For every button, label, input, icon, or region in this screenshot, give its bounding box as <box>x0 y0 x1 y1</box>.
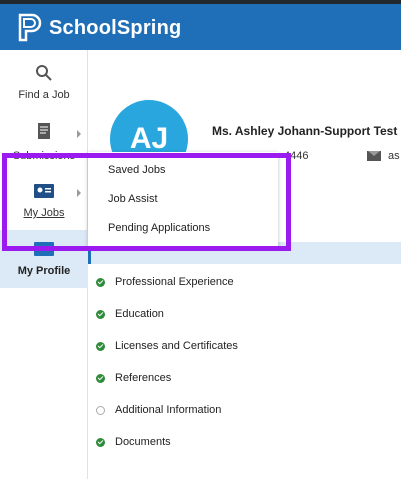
search-icon <box>36 65 52 81</box>
section-label: References <box>115 372 172 384</box>
check-icon <box>96 373 105 383</box>
check-icon <box>96 341 105 351</box>
document-icon <box>38 123 50 139</box>
section-references[interactable]: References <box>96 368 171 388</box>
chevron-right-icon <box>77 130 81 138</box>
profile-name: Ms. Ashley Johann-Support Test <box>212 124 398 138</box>
sidebar-item-label: Find a Job <box>18 89 70 101</box>
section-label: Professional Experience <box>115 276 234 288</box>
brand-name[interactable]: SchoolSpring <box>49 17 181 40</box>
highlight-box <box>2 153 291 251</box>
section-documents[interactable]: Documents <box>96 432 171 452</box>
section-label: Documents <box>115 436 171 448</box>
section-label: Additional Information <box>115 404 222 416</box>
section-additional-information[interactable]: Additional Information <box>96 400 221 420</box>
section-label: Licenses and Certificates <box>115 340 238 352</box>
sidebar-item-find-a-job[interactable]: Find a Job <box>0 62 88 120</box>
profile-content: AJ Ms. Ashley Johann-Support Test 4446 a… <box>88 50 401 479</box>
app-header: SchoolSpring <box>0 4 401 50</box>
sidebar: Find a Job Submissions My Jobs My Profil… <box>0 50 88 479</box>
check-icon <box>96 437 105 447</box>
profile-email[interactable]: as <box>388 150 400 162</box>
mail-icon <box>367 151 381 161</box>
check-icon <box>96 277 105 287</box>
section-licenses-and-certificates[interactable]: Licenses and Certificates <box>96 336 238 356</box>
schoolspring-logo-icon[interactable] <box>18 13 42 42</box>
section-label: Education <box>115 308 164 320</box>
empty-circle-icon <box>96 405 105 415</box>
section-professional-experience[interactable]: Professional Experience <box>96 272 234 292</box>
sidebar-item-label: My Profile <box>17 265 71 277</box>
check-icon <box>96 309 105 319</box>
section-education[interactable]: Education <box>96 304 164 324</box>
